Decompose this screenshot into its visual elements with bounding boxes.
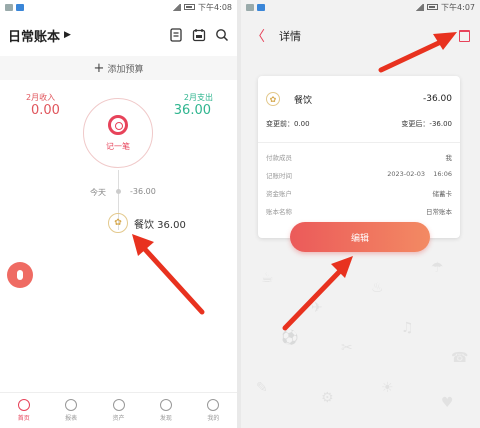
detail-card: ✿ 餐饮 -36.00 变更前：0.00 变更后：-36.00 付款成员 我 记账…	[258, 76, 460, 238]
amount-value: -36.00	[422, 94, 452, 104]
tab-home[interactable]: 首页	[0, 393, 47, 428]
category-label: 餐饮	[294, 95, 313, 106]
divider	[258, 142, 460, 143]
tab-mine[interactable]: 我的	[190, 393, 237, 428]
microphone-icon	[17, 270, 23, 280]
status-time: 下午4:08	[198, 2, 232, 12]
discover-icon	[159, 399, 172, 411]
detail-key: 付款成员	[266, 154, 292, 162]
search-icon[interactable]	[215, 28, 229, 42]
record-face-icon	[108, 114, 128, 135]
back-icon[interactable]: 〈	[251, 26, 265, 46]
detail-header: 〈 详情	[241, 22, 480, 50]
detail-screen: ☕ ✈ ♨ ☂ ⚽ ✂ ♫ ☎ ✎ ⚙ ☀ ♥ 下午4:07 〈 详情 ✿ 餐饮 -36.00 变…	[241, 0, 480, 428]
tab-label: 报表	[65, 415, 78, 422]
detail-row: 付款成员 我	[266, 152, 452, 162]
tab-report[interactable]: 报表	[47, 393, 94, 428]
detail-value: 储蓄卡	[432, 190, 453, 198]
detail-row: 账本名称 日常账本	[266, 206, 452, 216]
after-balance: 变更后：-36.00	[401, 120, 452, 128]
notification-icon	[246, 3, 254, 11]
tab-label: 首页	[17, 415, 30, 422]
detail-row: 记账时间 2023-02-03 16:06	[266, 170, 452, 180]
mine-icon	[207, 399, 220, 411]
home-screen: 下午4:08 日常账本 ▶ + 添加预算 2月收入 0.00 2月支出 36.0…	[0, 0, 237, 428]
tab-discover[interactable]: 发现	[142, 393, 189, 428]
battery-icon	[184, 4, 196, 10]
today-value: -36.00	[130, 187, 156, 196]
detail-value: 我	[445, 154, 453, 162]
detail-value: 日常账本	[426, 208, 452, 216]
delete-icon[interactable]	[459, 30, 470, 42]
home-header: 日常账本 ▶	[0, 22, 237, 48]
record-button[interactable]: 记一笔	[83, 98, 153, 168]
page-title: 详情	[279, 30, 301, 43]
detail-key: 账本名称	[266, 208, 292, 216]
detail-key: 资金账户	[266, 190, 292, 198]
detail-key: 记账时间	[266, 172, 292, 180]
entry-text: 餐饮 36.00	[134, 219, 186, 231]
expense-label: 2月支出	[183, 93, 213, 102]
signal-icon	[415, 3, 425, 11]
ledger-switch-caret-icon[interactable]: ▶	[64, 30, 71, 40]
add-budget-button[interactable]: + 添加预算	[0, 56, 237, 80]
plus-icon: +	[93, 60, 105, 76]
home-body: 2月收入 0.00 2月支出 36.00 记一笔 今天 -36.00 ✿ 餐饮 …	[0, 80, 237, 392]
edit-button[interactable]: 编辑	[290, 222, 430, 252]
app-icon	[257, 3, 265, 11]
tab-label: 发现	[159, 415, 172, 422]
ledger-title[interactable]: 日常账本	[8, 26, 60, 45]
tab-label: 我的	[207, 415, 220, 422]
detail-row: 资金账户 储蓄卡	[266, 188, 452, 198]
timeline-dot	[116, 189, 121, 194]
card-header: ✿ 餐饮 -36.00	[266, 92, 452, 106]
dining-icon: ✿	[266, 92, 280, 106]
income-value: 0.00	[31, 103, 60, 118]
tab-label: 资产	[112, 415, 125, 422]
expense-value: 36.00	[173, 103, 211, 118]
notification-icon	[5, 3, 13, 11]
app-icon	[16, 3, 24, 11]
assets-icon	[112, 399, 125, 411]
bill-list-icon[interactable]	[169, 28, 183, 42]
status-bar: 下午4:08	[0, 0, 237, 14]
balance-change-row: 变更前：0.00 变更后：-36.00	[266, 119, 452, 129]
detail-value: 2023-02-03 16:06	[387, 170, 452, 178]
today-label: 今天	[90, 188, 106, 197]
report-icon	[65, 399, 78, 411]
tab-bar: 首页 报表 资产 发现 我的	[0, 392, 237, 428]
status-time: 下午4:07	[441, 2, 475, 12]
signal-icon	[172, 3, 182, 11]
calendar-icon[interactable]	[192, 28, 206, 42]
dining-icon: ✿	[108, 213, 128, 233]
battery-icon	[427, 4, 439, 10]
home-icon	[17, 399, 30, 411]
entry-item[interactable]: ✿ 餐饮 36.00	[108, 213, 186, 233]
income-label: 2月收入	[26, 93, 56, 102]
tab-assets[interactable]: 资产	[95, 393, 142, 428]
before-balance: 变更前：0.00	[266, 120, 310, 128]
voice-record-button[interactable]	[7, 262, 33, 288]
add-budget-label: 添加预算	[107, 64, 144, 75]
status-bar: 下午4:07	[241, 0, 480, 14]
record-label: 记一笔	[106, 141, 130, 151]
